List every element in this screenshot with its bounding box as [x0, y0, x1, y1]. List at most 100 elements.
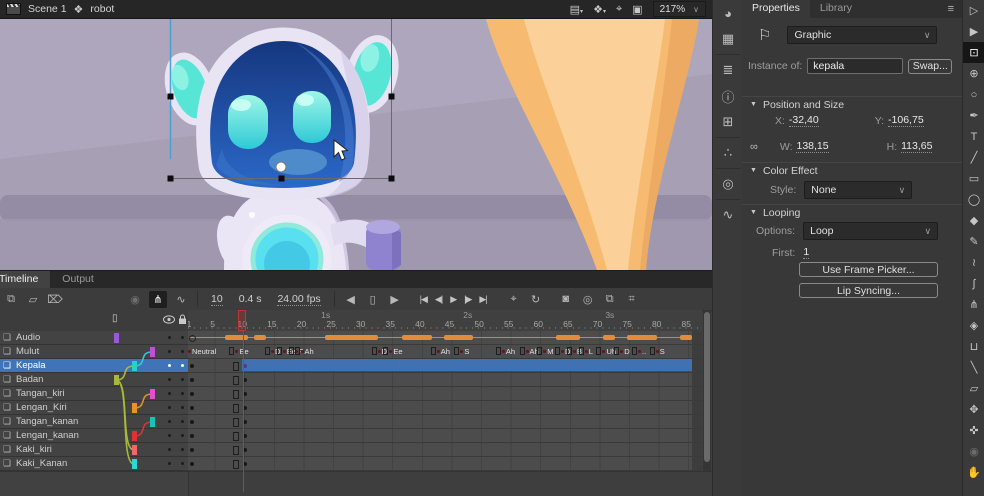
edit-multiple-frames-icon[interactable]: ⧉: [602, 293, 618, 306]
loop-playback-icon[interactable]: ↻: [528, 293, 544, 306]
layer-lock-dot[interactable]: [181, 406, 184, 409]
clip-content-icon[interactable]: ▣: [632, 3, 642, 16]
transform-icon[interactable]: ⊞: [713, 109, 743, 135]
line-tool[interactable]: ╱: [963, 147, 984, 168]
go-first-frame-icon[interactable]: |◀: [420, 294, 427, 305]
center-frame-icon[interactable]: ⌖: [616, 3, 622, 16]
loop-options-select[interactable]: Loop ∨: [803, 222, 938, 240]
motion-editor-icon[interactable]: ∿: [713, 202, 743, 228]
layer-visibility-dot[interactable]: [168, 378, 171, 381]
frame-row-mulut[interactable]: NeutralEeDEeFAhDEeAhSAhAhMDBLUhD..S: [188, 345, 702, 359]
subselection-tool[interactable]: ▶: [963, 21, 984, 42]
graph-view-icon[interactable]: ∿: [173, 293, 189, 306]
keyframe-dot[interactable]: [190, 392, 194, 396]
mouth-keyframe[interactable]: ..: [632, 347, 646, 356]
mouth-keyframe[interactable]: Uh: [596, 347, 616, 356]
play-icon[interactable]: ▶: [450, 294, 456, 305]
swatches-icon[interactable]: ▦: [713, 26, 743, 52]
mouth-keyframe[interactable]: Ah: [295, 347, 314, 356]
layer-parent-tab[interactable]: [114, 375, 119, 385]
layer-visibility-dot[interactable]: [168, 364, 171, 367]
free-transform-tool[interactable]: ⊡: [963, 42, 984, 63]
oval-tool[interactable]: ◯: [963, 189, 984, 210]
stage-canvas[interactable]: [0, 19, 712, 270]
asset-warp-tool[interactable]: ✥: [963, 399, 984, 420]
new-layer-icon[interactable]: ⧉: [3, 293, 19, 306]
layer-parent-tab[interactable]: [132, 361, 137, 371]
collapse-triangle-icon[interactable]: ▼: [750, 167, 757, 174]
frame-row-badan[interactable]: [188, 373, 702, 387]
section-position-size[interactable]: ▼ Position and Size: [742, 96, 962, 112]
layer-parent-tab[interactable]: [150, 417, 155, 427]
layer-visibility-dot[interactable]: [168, 336, 171, 339]
layer-lock-dot[interactable]: [181, 392, 184, 395]
pencil-tool[interactable]: ✎: [963, 231, 984, 252]
marker-icon[interactable]: ▯: [365, 293, 381, 306]
color-icon[interactable]: ◕: [713, 0, 743, 26]
mouth-keyframe[interactable]: M: [537, 347, 553, 356]
keyframe-dot[interactable]: [190, 406, 194, 410]
text-tool[interactable]: T: [963, 126, 984, 147]
layer-visibility-dot[interactable]: [168, 420, 171, 423]
layer-lock-dot[interactable]: [181, 350, 184, 353]
eyedropper-tool[interactable]: ╲: [963, 357, 984, 378]
layer-lock-dot[interactable]: [181, 336, 184, 339]
mouth-keyframe[interactable]: Ee: [383, 347, 402, 356]
zoom-select[interactable]: 217% ∨: [653, 1, 706, 17]
layer-visibility-dot[interactable]: [168, 350, 171, 353]
layer-parent-tab[interactable]: [132, 445, 137, 455]
frame-row-tangan_kiri[interactable]: [188, 387, 702, 401]
section-color-effect[interactable]: ▼ Color Effect: [742, 162, 962, 178]
cc-libraries-icon[interactable]: ◎: [713, 171, 743, 197]
tab-properties[interactable]: Properties: [742, 0, 810, 18]
layer-parent-tab[interactable]: [132, 431, 137, 441]
frame-rate[interactable]: 24.00 fps: [277, 293, 320, 306]
keyframe-dot[interactable]: [190, 364, 194, 368]
align-icon[interactable]: ≣: [713, 57, 743, 83]
frame-row-audio[interactable]: [188, 331, 702, 345]
ink-bottle-tool[interactable]: ⊔: [963, 336, 984, 357]
keyframe-dot[interactable]: [190, 378, 194, 382]
classic-brush-tool[interactable]: ∫: [963, 273, 984, 294]
layer-parent-tab[interactable]: [114, 333, 119, 343]
layer-visibility-dot[interactable]: [168, 434, 171, 437]
paint-brush-tool[interactable]: ≀: [963, 252, 984, 273]
frame-row-kepala[interactable]: [188, 359, 702, 373]
first-frame-value[interactable]: 1: [803, 246, 809, 259]
timeline-tab-output[interactable]: Output: [50, 271, 106, 288]
layer-lock-dot[interactable]: [181, 420, 184, 423]
breadcrumb-symbol[interactable]: robot: [90, 3, 114, 15]
eye-icon[interactable]: [163, 315, 175, 324]
mouth-keyframe[interactable]: L: [579, 347, 593, 356]
x-value[interactable]: -32,40: [789, 114, 819, 127]
h-value[interactable]: 113,65: [901, 140, 932, 153]
layer-lock-dot[interactable]: [181, 434, 184, 437]
lasso-tool[interactable]: ○: [963, 84, 984, 105]
step-back-icon[interactable]: ◀: [343, 293, 359, 306]
layer-visibility-dot[interactable]: [168, 462, 171, 465]
keyframe-hollow[interactable]: [189, 335, 196, 342]
bone-tool[interactable]: ⋔: [963, 294, 984, 315]
next-keyframe-icon[interactable]: |▶: [464, 294, 471, 305]
instance-name-field[interactable]: kepala: [807, 58, 903, 74]
layer-lock-dot[interactable]: [181, 378, 184, 381]
info-icon[interactable]: ⓘ: [713, 83, 743, 109]
selection-tool[interactable]: ▷: [963, 0, 984, 21]
frame-row-lengan_kanan[interactable]: [188, 429, 702, 443]
mouth-keyframe[interactable]: D: [614, 347, 629, 356]
step-forward-icon[interactable]: ▶: [387, 293, 403, 306]
prev-keyframe-icon[interactable]: ◀|: [435, 294, 442, 305]
parent-view-icon[interactable]: ⋔: [149, 291, 167, 308]
brush-library-icon[interactable]: ∴: [713, 140, 743, 166]
frame-ruler[interactable]: 1s2s3s1510152025303540455055606570758085: [188, 310, 702, 332]
layer-parent-tab[interactable]: [150, 347, 155, 357]
go-last-frame-icon[interactable]: ▶|: [479, 294, 486, 305]
keyframe-dot[interactable]: [190, 462, 194, 466]
paint-bucket-tool[interactable]: ◈: [963, 315, 984, 336]
y-value[interactable]: -106,75: [888, 114, 924, 127]
layer-parent-tab[interactable]: [150, 389, 155, 399]
section-looping[interactable]: ▼ Looping: [742, 204, 962, 220]
hand-tool[interactable]: ✋: [963, 462, 984, 483]
timeline-tab-timeline[interactable]: Timeline: [0, 271, 50, 288]
timeline-scrollbar[interactable]: [703, 310, 711, 471]
